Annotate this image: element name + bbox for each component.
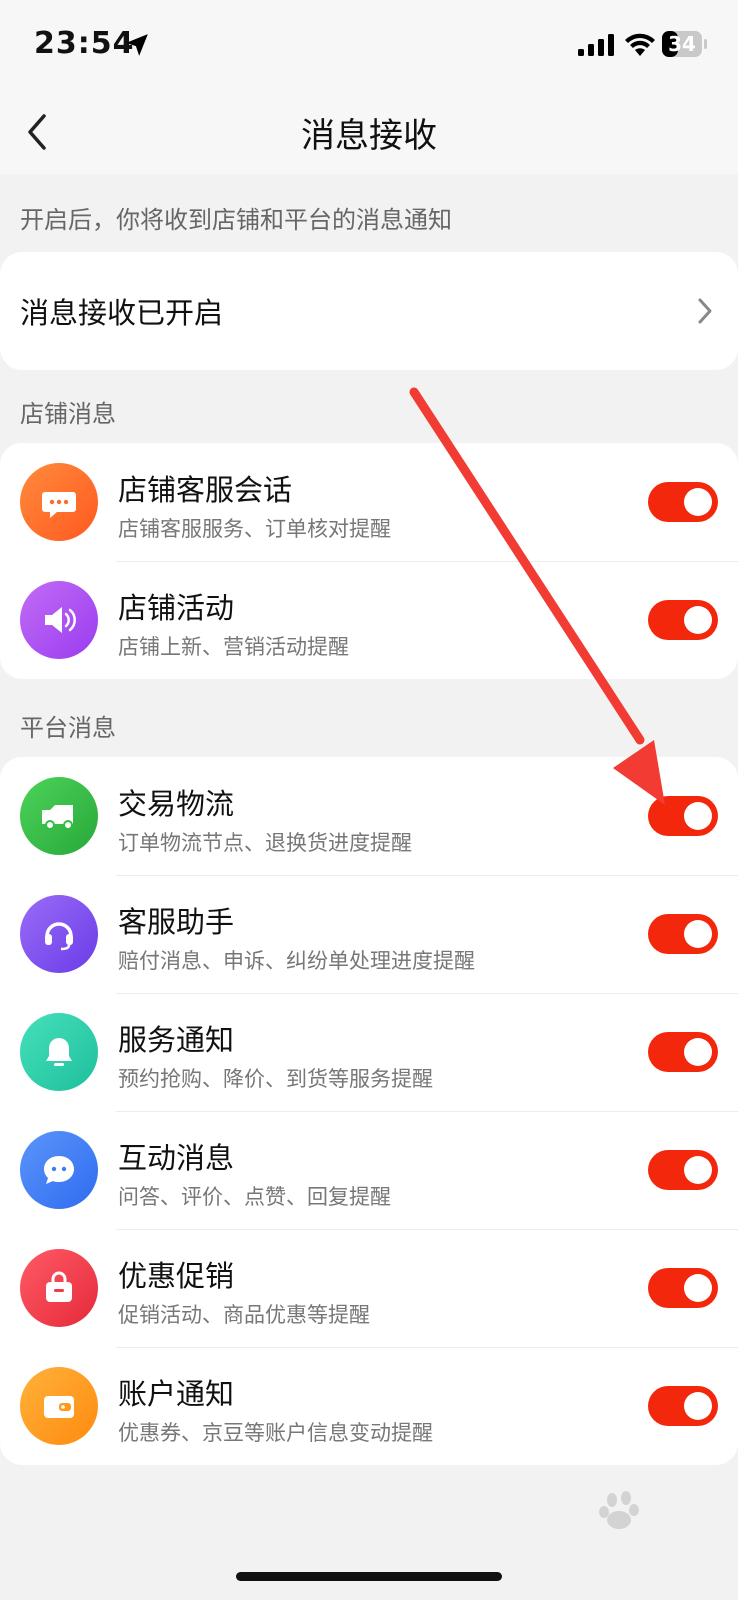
row-subtitle: 店铺客服服务、订单核对提醒 bbox=[118, 517, 391, 541]
row-title: 服务通知 bbox=[118, 1023, 235, 1057]
toggle-knob bbox=[684, 1038, 712, 1066]
row-title: 互动消息 bbox=[118, 1141, 235, 1175]
message-bubble-icon bbox=[44, 1156, 74, 1184]
row-title: 店铺客服会话 bbox=[118, 473, 293, 507]
baidu-watermark-logo bbox=[599, 1491, 639, 1529]
battery-level: 34 bbox=[668, 32, 696, 56]
service-notice-toggle[interactable] bbox=[648, 1032, 718, 1072]
row-title: 优惠促销 bbox=[118, 1259, 235, 1293]
setting-row-interaction: 互动消息 问答、评价、点赞、回复提醒 bbox=[0, 1111, 738, 1229]
row-title: 账户通知 bbox=[118, 1377, 235, 1411]
row-title: 交易物流 bbox=[118, 787, 235, 821]
setting-row-promotion: 优惠促销 促销活动、商品优惠等提醒 bbox=[0, 1229, 738, 1347]
row-title: 店铺活动 bbox=[118, 591, 235, 625]
section-title-platform: 平台消息 bbox=[20, 714, 116, 742]
platform-messages-card: 交易物流 订单物流节点、退换货进度提醒 客服助手 赔付消息、申诉、纠纷单处理进度… bbox=[0, 757, 738, 1465]
service-assistant-toggle[interactable] bbox=[648, 914, 718, 954]
account-icon-badge bbox=[20, 1367, 98, 1445]
row-subtitle: 预约抢购、降价、到货等服务提醒 bbox=[118, 1067, 433, 1091]
setting-row-shop-activity: 店铺活动 店铺上新、营销活动提醒 bbox=[0, 561, 738, 679]
shop-messages-card: 店铺客服会话 店铺客服服务、订单核对提醒 店铺活动 店铺上新、营销活动提醒 bbox=[0, 443, 738, 679]
toggle-knob bbox=[684, 1156, 712, 1184]
toggle-knob bbox=[684, 1274, 712, 1302]
setting-row-service-assistant: 客服助手 赔付消息、申诉、纠纷单处理进度提醒 bbox=[0, 875, 738, 993]
setting-row-service-notice: 服务通知 预约抢购、降价、到货等服务提醒 bbox=[0, 993, 738, 1111]
page-title: 消息接收 bbox=[301, 116, 437, 156]
section-title-shop: 店铺消息 bbox=[20, 400, 116, 428]
chat-bubble-icon bbox=[42, 492, 76, 518]
headset-icon bbox=[45, 922, 73, 951]
setting-row-shop-service: 店铺客服会话 店铺客服服务、订单核对提醒 bbox=[0, 443, 738, 561]
toggle-knob bbox=[684, 802, 712, 830]
toggle-knob bbox=[684, 920, 712, 948]
cellular-signal-icon bbox=[578, 34, 614, 56]
home-indicator bbox=[236, 1572, 502, 1581]
receive-status-label: 消息接收已开启 bbox=[20, 296, 224, 330]
row-subtitle: 优惠券、京豆等账户信息变动提醒 bbox=[118, 1421, 433, 1445]
status-bar: 23:54 34 bbox=[0, 0, 738, 90]
promotion-toggle[interactable] bbox=[648, 1268, 718, 1308]
setting-row-logistics: 交易物流 订单物流节点、退换货进度提醒 bbox=[0, 757, 738, 875]
shop-service-toggle[interactable] bbox=[648, 482, 718, 522]
nav-bar: 消息接收 bbox=[0, 90, 738, 174]
location-arrow-icon bbox=[126, 34, 148, 56]
gift-bag-icon bbox=[46, 1271, 72, 1302]
chevron-right-icon bbox=[698, 298, 712, 324]
wifi-icon bbox=[625, 33, 655, 56]
service-assistant-icon-badge bbox=[20, 895, 98, 973]
shop-activity-toggle[interactable] bbox=[648, 600, 718, 640]
shop-service-icon-badge bbox=[20, 463, 98, 541]
toggle-knob bbox=[684, 1392, 712, 1420]
status-time: 23:54 bbox=[34, 26, 135, 61]
row-subtitle: 订单物流节点、退换货进度提醒 bbox=[118, 831, 412, 855]
hint-text: 开启后，你将收到店铺和平台的消息通知 bbox=[20, 206, 452, 234]
row-subtitle: 店铺上新、营销活动提醒 bbox=[118, 635, 349, 659]
toggle-knob bbox=[684, 488, 712, 516]
logistics-toggle[interactable] bbox=[648, 796, 718, 836]
shop-activity-icon-badge bbox=[20, 581, 98, 659]
speaker-icon bbox=[45, 607, 76, 633]
truck-icon bbox=[42, 805, 73, 830]
service-notice-icon-badge bbox=[20, 1013, 98, 1091]
logistics-icon-badge bbox=[20, 777, 98, 855]
account-toggle[interactable] bbox=[648, 1386, 718, 1426]
wallet-icon bbox=[44, 1396, 74, 1418]
bell-icon bbox=[46, 1038, 72, 1066]
toggle-knob bbox=[684, 606, 712, 634]
interaction-toggle[interactable] bbox=[648, 1150, 718, 1190]
setting-row-account: 账户通知 优惠券、京豆等账户信息变动提醒 bbox=[0, 1347, 738, 1465]
row-subtitle: 促销活动、商品优惠等提醒 bbox=[118, 1303, 370, 1327]
promotion-icon-badge bbox=[20, 1249, 98, 1327]
interaction-icon-badge bbox=[20, 1131, 98, 1209]
row-subtitle: 问答、评价、点赞、回复提醒 bbox=[118, 1185, 391, 1209]
row-subtitle: 赔付消息、申诉、纠纷单处理进度提醒 bbox=[118, 949, 475, 973]
row-title: 客服助手 bbox=[118, 905, 235, 939]
receive-status-row[interactable]: 消息接收已开启 bbox=[0, 252, 738, 370]
